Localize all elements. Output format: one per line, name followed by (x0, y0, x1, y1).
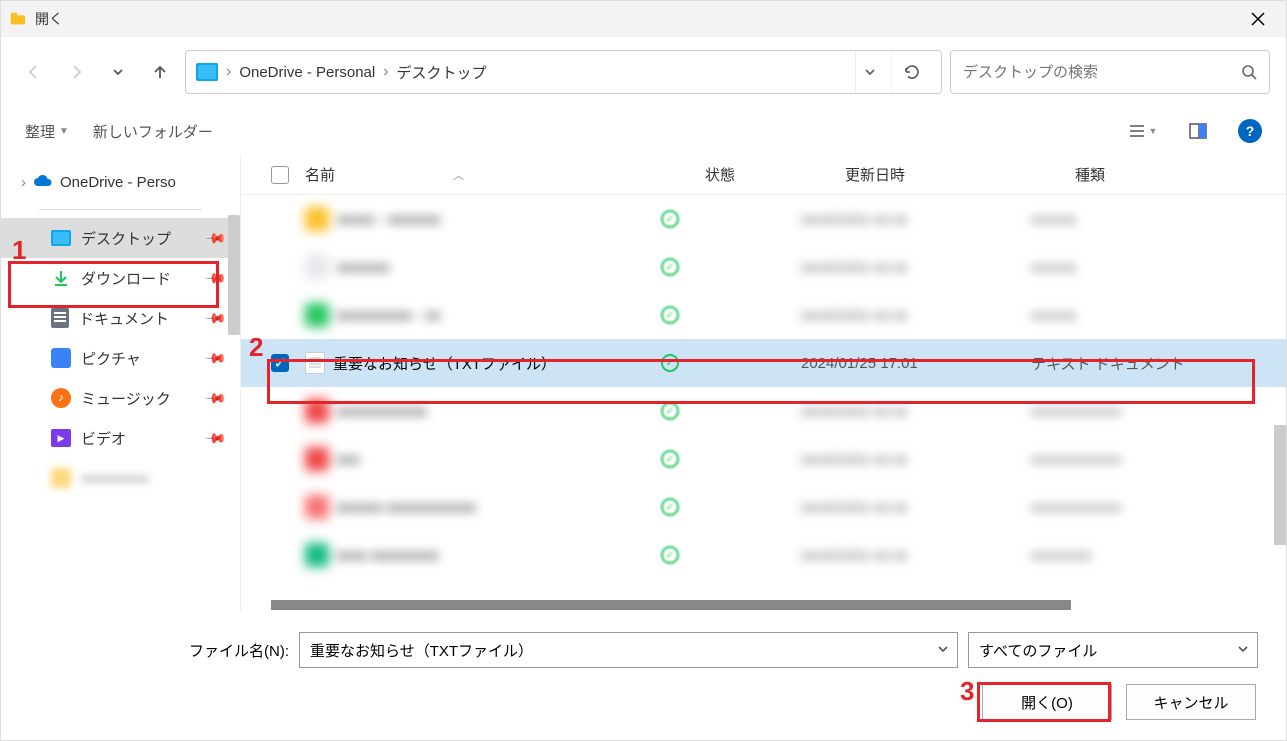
open-button[interactable]: 開く(O) (982, 684, 1112, 720)
help-button[interactable]: ? (1238, 119, 1262, 143)
pin-icon: 📌 (203, 266, 227, 290)
titlebar: 開く (1, 1, 1286, 37)
status-ok-icon: ✓ (661, 354, 679, 372)
chevron-right-icon[interactable]: › (226, 63, 231, 81)
filename-input[interactable]: 重要なお知らせ（TXTファイル） (299, 632, 958, 668)
horizontal-scrollbar[interactable] (241, 598, 1286, 612)
sidebar-item-label: ダウンロード (81, 268, 171, 289)
folder-icon (51, 468, 71, 488)
sort-indicator-icon: ︿ (453, 167, 464, 183)
download-icon (51, 268, 71, 288)
app-icon (9, 10, 27, 28)
search-icon[interactable] (1241, 64, 1257, 80)
cloud-icon (32, 171, 54, 193)
forward-button[interactable] (59, 55, 93, 89)
tree-onedrive-label: OneDrive - Perso (60, 174, 176, 191)
file-row-blurred[interactable]: xxx ✓ xxxx/xx/xx xx:xxxxxxxxxxxxxx (241, 435, 1286, 483)
chevron-down-icon[interactable] (937, 642, 949, 659)
address-history-dropdown[interactable] (855, 51, 883, 93)
sidebar-item-music[interactable]: ミュージック 📌 (1, 378, 240, 418)
footer: ファイル名(N): 重要なお知らせ（TXTファイル） すべてのファイル 開く(O… (1, 612, 1286, 740)
sidebar-item-label: デスクトップ (81, 228, 171, 249)
sidebar-item-pictures[interactable]: ピクチャ 📌 (1, 338, 240, 378)
breadcrumb-onedrive[interactable]: OneDrive - Personal (239, 64, 375, 81)
sidebar-item-documents[interactable]: ドキュメント 📌 (1, 298, 240, 338)
up-button[interactable] (143, 55, 177, 89)
column-date[interactable]: 更新日時 (845, 164, 1075, 185)
video-icon (51, 429, 71, 447)
file-area: 名前 ︿ 状態 更新日時 種類 xxxxx - xxxxxxx ✓ xxxx/xx… (241, 155, 1286, 612)
search-box[interactable] (950, 50, 1270, 94)
new-folder-button[interactable]: 新しいフォルダー (93, 121, 213, 142)
sidebar-item-label: ドキュメント (79, 308, 169, 329)
pin-icon: 📌 (203, 306, 227, 330)
file-type: テキスト ドキュメント (1031, 353, 1286, 374)
pin-icon: 📌 (203, 226, 227, 250)
sidebar-item-blurred[interactable]: xxxxxxxxx (1, 458, 240, 498)
pin-icon: 📌 (203, 426, 227, 450)
chevron-down-icon[interactable] (1237, 642, 1249, 659)
file-name: 重要なお知らせ（TXTファイル） (333, 353, 556, 374)
sidebar-item-desktop[interactable]: デスクトップ 📌 (1, 218, 240, 258)
picture-icon (51, 348, 71, 368)
sidebar-item-label: ミュージック (81, 388, 171, 409)
back-button[interactable] (17, 55, 51, 89)
file-date: 2024/01/25 17:01 (801, 355, 1031, 372)
view-list-button[interactable]: ▼ (1126, 115, 1158, 147)
file-row-blurred[interactable]: xxxxxxx ✓ xxxx/xx/xx xx:xxxxxxxx (241, 243, 1286, 291)
breadcrumb-desktop[interactable]: デスクトップ (397, 62, 487, 83)
column-name[interactable]: 名前 (305, 164, 335, 185)
tree-onedrive[interactable]: › OneDrive - Perso (1, 163, 240, 201)
chevron-right-icon[interactable]: › (383, 63, 388, 81)
refresh-button[interactable] (891, 51, 931, 93)
address-bar[interactable]: › OneDrive - Personal › デスクトップ (185, 50, 942, 94)
text-file-icon (305, 352, 325, 374)
organize-menu[interactable]: 整理▼ (25, 121, 69, 142)
search-input[interactable] (963, 64, 1241, 81)
file-row-selected[interactable]: ✓ 重要なお知らせ（TXTファイル） ✓ 2024/01/25 17:01 テキ… (241, 339, 1286, 387)
column-header: 名前 ︿ 状態 更新日時 種類 (241, 155, 1286, 195)
sidebar-item-label: ビデオ (81, 428, 126, 449)
window-title: 開く (35, 9, 63, 29)
select-all-checkbox[interactable] (271, 166, 289, 184)
filetype-select[interactable]: すべてのファイル (968, 632, 1258, 668)
nav-row: › OneDrive - Personal › デスクトップ (1, 37, 1286, 107)
chevron-right-icon[interactable]: › (21, 174, 26, 191)
column-type[interactable]: 種類 (1075, 164, 1286, 185)
vertical-scrollbar[interactable] (1274, 425, 1286, 545)
music-icon (51, 388, 71, 408)
document-icon (51, 308, 69, 328)
file-row-blurred[interactable]: xxxxxxxxxx - xx ✓ xxxx/xx/xx xx:xxxxxxxx (241, 291, 1286, 339)
file-row-blurred[interactable]: xxxx xxxxxxxxx ✓ xxxx/xx/xx xx:xxxxxxxxx… (241, 531, 1286, 579)
cancel-button[interactable]: キャンセル (1126, 684, 1256, 720)
preview-pane-button[interactable] (1182, 115, 1214, 147)
sidebar-item-label: ピクチャ (81, 348, 141, 369)
pin-icon: 📌 (203, 386, 227, 410)
column-status[interactable]: 状態 (705, 164, 845, 185)
sidebar-item-videos[interactable]: ビデオ 📌 (1, 418, 240, 458)
recent-dropdown[interactable] (101, 55, 135, 89)
sidebar-scrollbar[interactable] (228, 215, 240, 335)
desktop-icon (51, 230, 71, 246)
pin-icon: 📌 (203, 346, 227, 370)
sidebar: › OneDrive - Perso デスクトップ 📌 ダウンロード 📌 ドキュ… (1, 155, 241, 612)
toolbar: 整理▼ 新しいフォルダー ▼ ? (1, 107, 1286, 155)
filename-label: ファイル名(N): (29, 640, 289, 661)
checkbox-checked[interactable]: ✓ (271, 354, 289, 372)
file-row-blurred[interactable]: xxxxx - xxxxxxx ✓ xxxx/xx/xx xx:xxxxxxxx (241, 195, 1286, 243)
sidebar-item-downloads[interactable]: ダウンロード 📌 (1, 258, 240, 298)
file-row-blurred[interactable]: xxxxxx xxxxxxxxxxxx ✓ xxxx/xx/xx xx:xxxx… (241, 483, 1286, 531)
pc-icon (196, 63, 218, 81)
close-button[interactable] (1238, 1, 1278, 37)
file-row-blurred[interactable]: xxxxxxxxxxxx ✓ xxxx/xx/xx xx:xxxxxxxxxxx… (241, 387, 1286, 435)
